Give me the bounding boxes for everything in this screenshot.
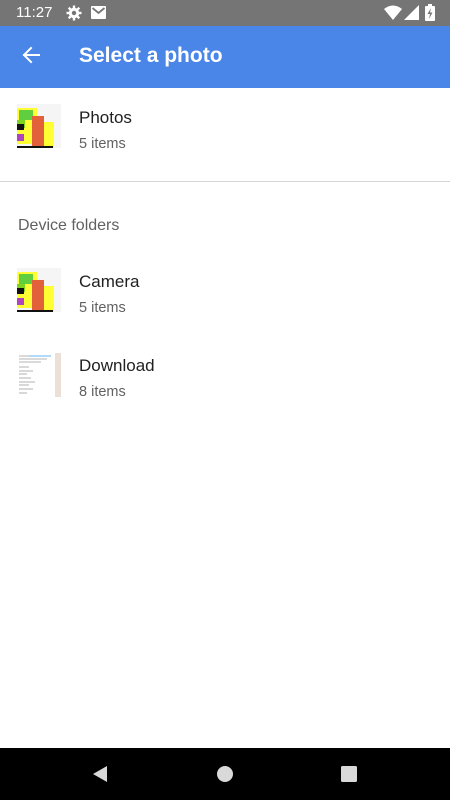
nav-bar [0, 748, 450, 800]
album-item-photos[interactable]: Photos 5 items [0, 88, 450, 172]
folder-name: Download [79, 356, 155, 375]
battery-charging-icon [425, 4, 435, 25]
arrow-left-icon [21, 45, 41, 70]
folder-count: 8 items [79, 384, 126, 400]
album-count: 5 items [79, 136, 126, 152]
gear-icon [66, 5, 82, 25]
recents-square-icon[interactable] [337, 762, 361, 786]
album-name: Photos [79, 108, 132, 127]
page-title: Select a photo [79, 44, 223, 67]
divider [0, 181, 450, 182]
app-bar: Select a photo [0, 26, 450, 88]
back-triangle-icon[interactable] [88, 762, 112, 786]
status-time: 11:27 [16, 4, 53, 21]
section-header: Device folders [18, 217, 120, 234]
screen: 11:27 Select a photo Photos 5 items Devi… [0, 0, 450, 800]
status-bar: 11:27 [0, 0, 450, 26]
document-thumbnail [17, 353, 61, 397]
folder-name: Camera [79, 272, 140, 291]
signal-icon [404, 5, 419, 24]
chart-thumbnail [17, 104, 61, 148]
mail-icon [91, 6, 106, 23]
home-circle-icon[interactable] [213, 762, 237, 786]
wifi-icon [384, 5, 402, 24]
folder-item-download[interactable]: Download 8 items [0, 336, 450, 420]
chart-thumbnail [17, 268, 61, 312]
folder-count: 5 items [79, 300, 126, 316]
folder-item-camera[interactable]: Camera 5 items [0, 252, 450, 336]
back-button[interactable] [12, 38, 50, 76]
